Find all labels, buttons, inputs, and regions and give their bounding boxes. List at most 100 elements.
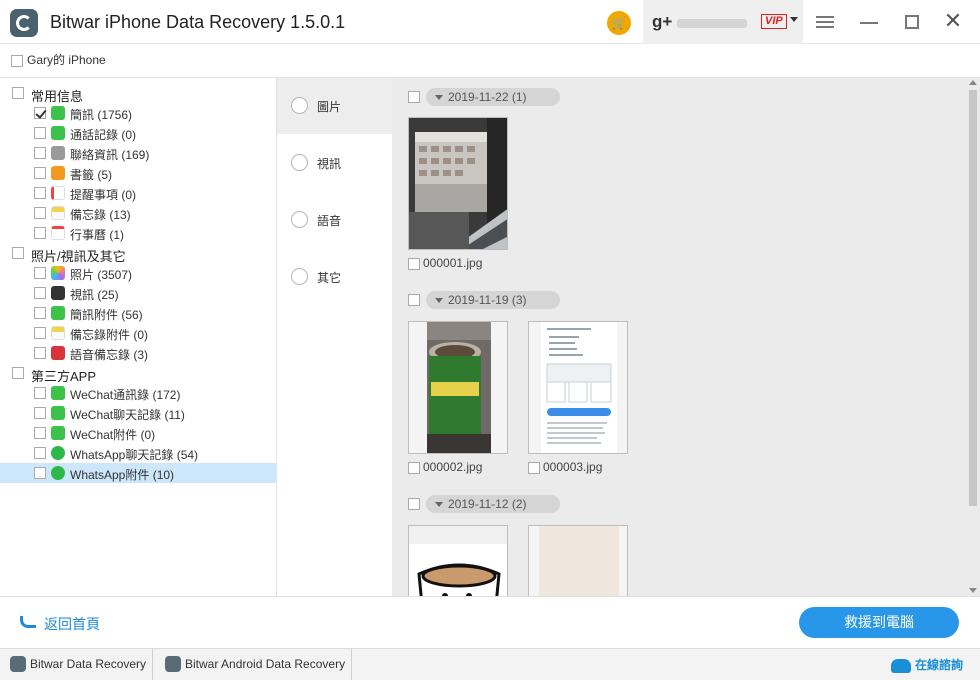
- wechat-attachments-icon: [51, 426, 65, 440]
- notes-icon: [51, 206, 65, 220]
- item-checkbox[interactable]: [34, 387, 46, 399]
- radio-button[interactable]: [291, 268, 308, 285]
- app-logo-icon: [10, 9, 38, 37]
- tree-item-messages[interactable]: 簡訊 (1756): [0, 103, 276, 123]
- back-home-button[interactable]: 返回首頁: [20, 614, 100, 634]
- category-tree: 常用信息 簡訊 (1756) 通話記錄 (0) 聯絡資訊 (169) 書籤 (5…: [0, 78, 277, 596]
- footer-tab-android-recovery[interactable]: Bitwar Android Data Recovery: [155, 648, 352, 680]
- thumbnail-caption: 000003.jpg: [528, 460, 602, 474]
- app-logo-icon: [165, 656, 181, 672]
- thumbnail-image[interactable]: [408, 525, 508, 596]
- group-checkbox[interactable]: [12, 247, 24, 259]
- user-account-area[interactable]: g+ VIP: [643, 0, 803, 44]
- title-bar: Bitwar iPhone Data Recovery 1.5.0.1 🛒 g+…: [0, 0, 980, 44]
- recover-to-computer-button[interactable]: 救援到電腦: [799, 607, 959, 638]
- minimize-icon[interactable]: [860, 22, 878, 24]
- scroll-down-icon[interactable]: [969, 588, 977, 593]
- media-type-images[interactable]: 圖片: [277, 78, 392, 134]
- device-checkbox[interactable]: [11, 54, 23, 67]
- thumbnail-image[interactable]: [528, 525, 628, 596]
- tree-item-wechat-chat[interactable]: WeChat聊天記錄 (11): [0, 403, 276, 423]
- photo-app-screenshot: [529, 322, 627, 453]
- tree-item-label: 通話記錄 (0): [70, 128, 137, 142]
- item-checkbox[interactable]: [34, 147, 46, 159]
- tree-item-label: 視訊 (25): [70, 288, 119, 302]
- item-checkbox[interactable]: [34, 307, 46, 319]
- item-checkbox[interactable]: [34, 447, 46, 459]
- thumbnail-checkbox[interactable]: [408, 461, 420, 474]
- date-group-checkbox[interactable]: [408, 294, 420, 306]
- tree-item-voice-memos[interactable]: 語音備忘錄 (3): [0, 343, 276, 363]
- footer-tab-data-recovery[interactable]: Bitwar Data Recovery: [0, 648, 153, 680]
- media-type-audio[interactable]: 語音: [277, 192, 392, 248]
- media-type-other[interactable]: 其它: [277, 249, 392, 305]
- item-checkbox[interactable]: [34, 467, 46, 479]
- maximize-icon[interactable]: [905, 15, 919, 29]
- tree-item-videos[interactable]: 視訊 (25): [0, 283, 276, 303]
- thumbnail-checkbox[interactable]: [528, 461, 540, 474]
- tree-item-label: WeChat附件 (0): [70, 428, 156, 442]
- bookmarks-icon: [51, 166, 65, 180]
- tree-item-reminders[interactable]: 提醒事項 (0): [0, 183, 276, 203]
- date-group-label[interactable]: 2019-11-22 (1): [426, 88, 560, 106]
- tree-item-whatsapp-chat[interactable]: WhatsApp聊天記錄 (54): [0, 443, 276, 463]
- tree-group-common[interactable]: 常用信息: [0, 83, 276, 104]
- tree-item-calendar[interactable]: 行事曆 (1): [0, 223, 276, 243]
- tree-item-photos[interactable]: 照片 (3507): [0, 263, 276, 283]
- tree-item-contacts[interactable]: 聯絡資訊 (169): [0, 143, 276, 163]
- thumbnail-checkbox[interactable]: [408, 257, 420, 270]
- tree-item-bookmarks[interactable]: 書籤 (5): [0, 163, 276, 183]
- tree-item-whatsapp-attachments[interactable]: WhatsApp附件 (10): [0, 463, 276, 483]
- item-checkbox[interactable]: [34, 287, 46, 299]
- item-checkbox[interactable]: [34, 187, 46, 199]
- voice-memos-icon: [51, 346, 65, 360]
- tree-group-photos-videos[interactable]: 照片/視訊及其它: [0, 243, 276, 264]
- tree-item-label: WhatsApp附件 (10): [70, 468, 175, 482]
- date-group-checkbox[interactable]: [408, 498, 420, 510]
- item-checkbox[interactable]: [34, 427, 46, 439]
- item-checkbox[interactable]: [34, 327, 46, 339]
- tree-item-notes-attachments[interactable]: 備忘錄附件 (0): [0, 323, 276, 343]
- tree-item-wechat-contacts[interactable]: WeChat通訊錄 (172): [0, 383, 276, 403]
- media-type-videos[interactable]: 視訊: [277, 135, 392, 191]
- scroll-up-icon[interactable]: [969, 80, 977, 85]
- item-checkbox[interactable]: [34, 267, 46, 279]
- radio-button[interactable]: [291, 211, 308, 228]
- item-checkbox[interactable]: [34, 407, 46, 419]
- item-checkbox[interactable]: [34, 347, 46, 359]
- tree-group-third-party[interactable]: 第三方APP: [0, 363, 276, 384]
- group-checkbox[interactable]: [12, 87, 24, 99]
- message-attachments-icon: [51, 306, 65, 320]
- date-group-label[interactable]: 2019-11-19 (3): [426, 291, 560, 309]
- scrollbar-thumb[interactable]: [969, 90, 977, 506]
- tree-item-calls[interactable]: 通話記錄 (0): [0, 123, 276, 143]
- tree-item-label: 簡訊附件 (56): [70, 308, 143, 322]
- online-support-button[interactable]: 在線諮詢: [891, 656, 963, 673]
- wechat-contacts-icon: [51, 386, 65, 400]
- date-group-label[interactable]: 2019-11-12 (2): [426, 495, 560, 513]
- item-checkbox[interactable]: [34, 227, 46, 239]
- thumbnail-image[interactable]: [408, 321, 508, 454]
- contacts-icon: [51, 146, 65, 160]
- thumbnail-image[interactable]: [408, 117, 508, 250]
- thumbnail-image[interactable]: [528, 321, 628, 454]
- item-checkbox[interactable]: [34, 167, 46, 179]
- cart-icon[interactable]: 🛒: [607, 11, 631, 35]
- menu-icon[interactable]: [816, 16, 834, 28]
- item-checkbox[interactable]: [34, 127, 46, 139]
- date-group-checkbox[interactable]: [408, 91, 420, 103]
- chevron-down-icon[interactable]: [790, 17, 798, 22]
- radio-button[interactable]: [291, 97, 308, 114]
- close-icon[interactable]: ✕: [942, 10, 964, 32]
- group-checkbox[interactable]: [12, 367, 24, 379]
- app-title: Bitwar iPhone Data Recovery 1.5.0.1: [50, 12, 346, 32]
- tree-item-message-attachments[interactable]: 簡訊附件 (56): [0, 303, 276, 323]
- vip-badge[interactable]: VIP: [761, 14, 787, 29]
- online-support-label: 在線諮詢: [915, 658, 964, 672]
- tree-item-wechat-attachments[interactable]: WeChat附件 (0): [0, 423, 276, 443]
- radio-button[interactable]: [291, 154, 308, 171]
- tree-item-label: 聯絡資訊 (169): [70, 148, 150, 162]
- item-checkbox[interactable]: [34, 207, 46, 219]
- tree-item-notes[interactable]: 備忘錄 (13): [0, 203, 276, 223]
- item-checkbox[interactable]: [34, 107, 46, 119]
